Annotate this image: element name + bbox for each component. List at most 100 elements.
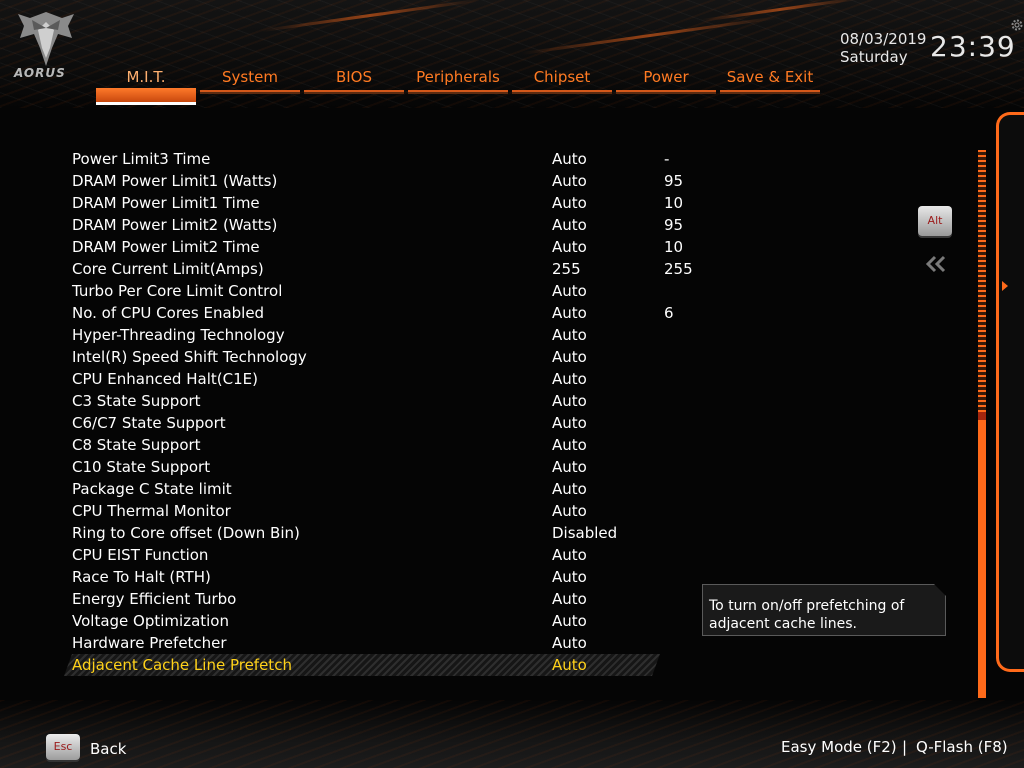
setting-value: Auto: [552, 150, 587, 168]
setting-name: Power Limit3 Time: [72, 150, 211, 168]
tab-peripherals[interactable]: Peripherals: [408, 66, 508, 98]
tab-underline: [720, 90, 820, 92]
setting-name: CPU EIST Function: [72, 546, 209, 564]
date-display: 08/03/2019 Saturday: [840, 30, 926, 66]
setting-current: 6: [664, 304, 674, 322]
tab-underline: [512, 90, 612, 92]
footer-separator: |: [902, 738, 908, 756]
setting-name: Energy Efficient Turbo: [72, 590, 237, 608]
setting-value: Disabled: [552, 524, 618, 542]
setting-name: Intel(R) Speed Shift Technology: [72, 348, 307, 366]
setting-row[interactable]: DRAM Power Limit2 Time Auto 10: [64, 236, 683, 258]
setting-row[interactable]: CPU Thermal Monitor Auto: [64, 500, 660, 522]
setting-row[interactable]: CPU Enhanced Halt(C1E) Auto: [64, 368, 660, 390]
setting-row[interactable]: C10 State Support Auto: [64, 456, 660, 478]
tab-label: Power: [643, 68, 689, 86]
tab-save-exit[interactable]: Save & Exit: [720, 66, 820, 98]
setting-value: Auto: [552, 172, 587, 190]
brand-wordmark: AORUS: [14, 66, 66, 80]
esc-key-button[interactable]: Esc: [46, 734, 80, 760]
setting-row[interactable]: Ring to Core offset (Down Bin) Disabled: [64, 522, 660, 544]
tab-label: Save & Exit: [726, 68, 814, 86]
setting-value: Auto: [552, 194, 587, 212]
expand-arrow-icon[interactable]: [1001, 280, 1009, 292]
tab-system[interactable]: System: [200, 66, 300, 98]
decor-streak: [700, 0, 860, 23]
setting-name: DRAM Power Limit2 Time: [72, 238, 260, 256]
tab-underline: [408, 90, 508, 92]
setting-name: Hardware Prefetcher: [72, 634, 227, 652]
setting-row[interactable]: Energy Efficient Turbo Auto: [64, 588, 660, 610]
tab-label: Chipset: [533, 68, 591, 86]
setting-current: 10: [664, 194, 684, 212]
tab-chipset[interactable]: Chipset: [512, 66, 612, 98]
setting-row[interactable]: Package C State limit Auto: [64, 478, 660, 500]
alt-key-button[interactable]: Alt: [918, 206, 952, 236]
footer-bar: [0, 700, 1024, 768]
setting-row[interactable]: Hyper-Threading Technology Auto: [64, 324, 660, 346]
setting-row[interactable]: Race To Halt (RTH) Auto: [64, 566, 660, 588]
scrollbar-marker: [978, 412, 986, 420]
setting-row[interactable]: CPU EIST Function Auto: [64, 544, 660, 566]
setting-current: 10: [664, 238, 684, 256]
tab-power[interactable]: Power: [616, 66, 716, 98]
setting-name: C3 State Support: [72, 392, 201, 410]
time-display: 23:39: [930, 30, 1016, 63]
setting-name: CPU Enhanced Halt(C1E): [72, 370, 258, 388]
setting-value: Auto: [552, 502, 587, 520]
setting-row[interactable]: Hardware Prefetcher Auto: [64, 632, 660, 654]
setting-name: C10 State Support: [72, 458, 211, 476]
setting-value: Auto: [552, 326, 587, 344]
setting-row[interactable]: DRAM Power Limit1 (Watts) Auto 95: [64, 170, 683, 192]
easy-mode-link[interactable]: Easy Mode (F2): [781, 738, 897, 756]
gear-icon[interactable]: [1010, 18, 1024, 32]
setting-row[interactable]: C3 State Support Auto: [64, 390, 660, 412]
setting-value: Auto: [552, 348, 587, 366]
setting-value: Auto: [552, 634, 587, 652]
setting-row[interactable]: Voltage Optimization Auto: [64, 610, 660, 632]
setting-value: Auto: [552, 436, 587, 454]
help-text-line: adjacent cache lines.: [709, 616, 857, 632]
setting-row[interactable]: Core Current Limit(Amps) 255 255: [64, 258, 693, 280]
setting-row-selected[interactable]: Adjacent Cache Line Prefetch Auto: [64, 654, 660, 676]
scrollbar-thumb[interactable]: [978, 418, 986, 698]
setting-name: Package C State limit: [72, 480, 232, 498]
setting-value: Auto: [552, 458, 587, 476]
setting-name: No. of CPU Cores Enabled: [72, 304, 265, 322]
setting-row[interactable]: Power Limit3 Time Auto -: [64, 148, 669, 170]
setting-current: 95: [664, 216, 684, 234]
setting-row[interactable]: C6/C7 State Support Auto: [64, 412, 660, 434]
tab-mit[interactable]: M.I.T.: [96, 66, 196, 105]
setting-row[interactable]: DRAM Power Limit2 (Watts) Auto 95: [64, 214, 683, 236]
setting-name: Ring to Core offset (Down Bin): [72, 524, 300, 542]
double-chevron-left-icon[interactable]: [924, 254, 948, 274]
setting-value: Auto: [552, 304, 587, 322]
setting-name: DRAM Power Limit2 (Watts): [72, 216, 278, 234]
setting-current: 255: [664, 260, 693, 278]
setting-value: Auto: [552, 282, 587, 300]
setting-current: 95: [664, 172, 684, 190]
help-tooltip: To turn on/off prefetching of adjacent c…: [702, 584, 946, 636]
setting-row[interactable]: Turbo Per Core Limit Control Auto: [64, 280, 660, 302]
tab-label: BIOS: [335, 68, 373, 86]
side-panel-tab[interactable]: [996, 112, 1024, 672]
tab-label: M.I.T.: [126, 68, 166, 86]
setting-row[interactable]: DRAM Power Limit1 Time Auto 10: [64, 192, 683, 214]
active-tab-indicator: [96, 88, 196, 105]
setting-current: -: [664, 150, 670, 168]
setting-value: Auto: [552, 414, 587, 432]
setting-name: Adjacent Cache Line Prefetch: [72, 656, 292, 674]
setting-name: Turbo Per Core Limit Control: [72, 282, 283, 300]
setting-value: 255: [552, 260, 581, 278]
setting-row[interactable]: C8 State Support Auto: [64, 434, 660, 456]
back-label[interactable]: Back: [90, 740, 126, 758]
tab-bios[interactable]: BIOS: [304, 66, 404, 98]
setting-value: Auto: [552, 568, 587, 586]
setting-name: DRAM Power Limit1 (Watts): [72, 172, 278, 190]
bios-screen: AORUS M.I.T. System BIOS Peripherals Chi…: [0, 0, 1024, 768]
setting-name: Hyper-Threading Technology: [72, 326, 285, 344]
qflash-link[interactable]: Q-Flash (F8): [916, 738, 1008, 756]
setting-row[interactable]: No. of CPU Cores Enabled Auto 6: [64, 302, 674, 324]
setting-name: Core Current Limit(Amps): [72, 260, 264, 278]
setting-row[interactable]: Intel(R) Speed Shift Technology Auto: [64, 346, 660, 368]
